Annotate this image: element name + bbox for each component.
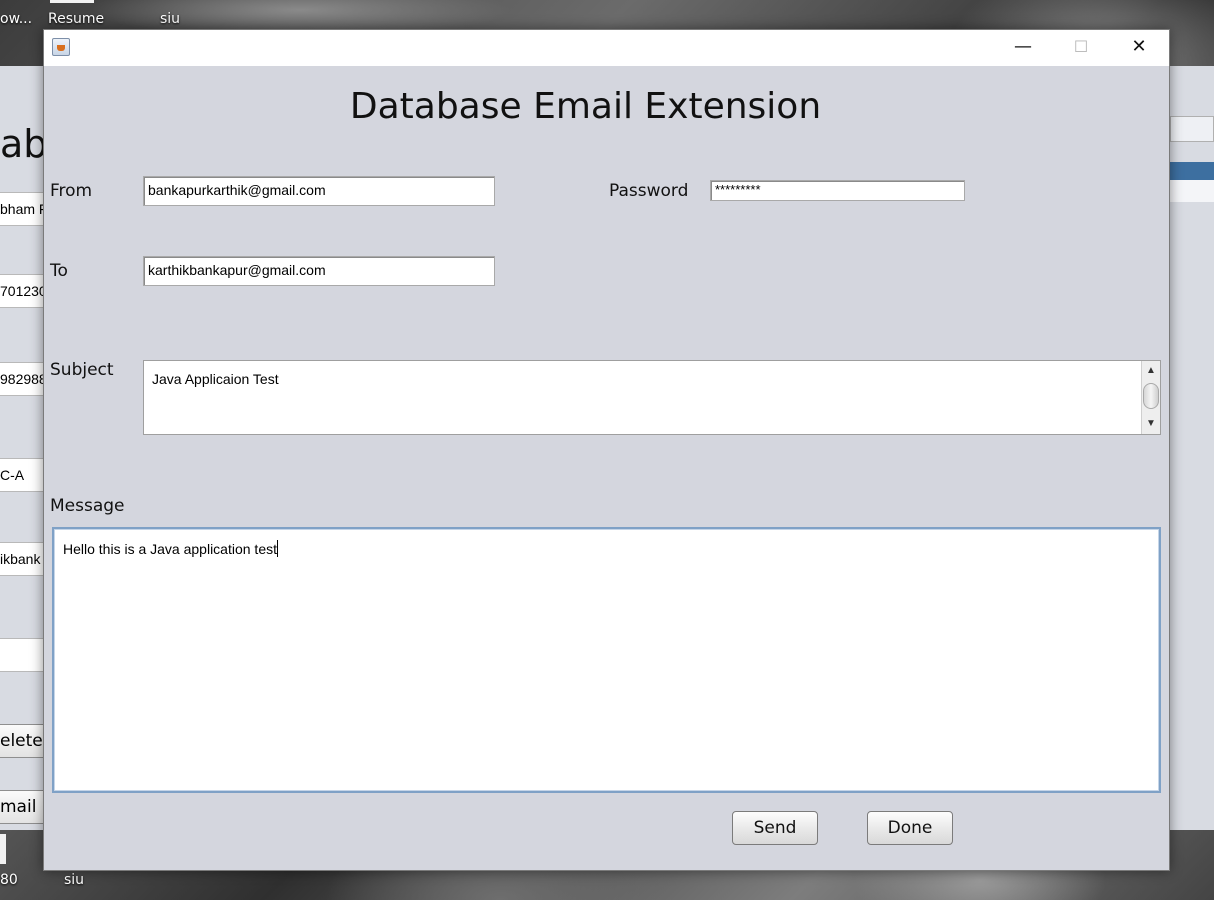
- background-right-field: [1170, 116, 1214, 142]
- to-label: To: [50, 261, 68, 281]
- desktop-icon-top: [50, 0, 94, 3]
- background-app-right-edge: [1170, 66, 1214, 830]
- to-field[interactable]: karthikbankapur@gmail.com: [143, 256, 495, 286]
- desktop-icon-label-80[interactable]: 80: [0, 872, 18, 888]
- background-delete-button[interactable]: elete: [0, 724, 44, 758]
- from-label: From: [50, 181, 93, 201]
- password-field[interactable]: *********: [710, 180, 965, 201]
- desktop-icon-label-resume[interactable]: Resume: [48, 11, 104, 27]
- from-field[interactable]: bankapurkarthik@gmail.com: [143, 176, 495, 206]
- subject-text: Java Applicaion Test: [152, 371, 279, 387]
- background-field[interactable]: ikbank: [0, 542, 44, 576]
- password-label: Password: [609, 181, 689, 201]
- desktop-icon-label-show[interactable]: ow...: [0, 11, 32, 27]
- maximize-button[interactable]: ☐: [1052, 30, 1110, 66]
- java-app-icon[interactable]: [52, 38, 70, 56]
- email-dialog-window: — ☐ ✕ Database Email Extension From bank…: [43, 29, 1170, 871]
- scroll-up-arrow-icon[interactable]: ▲: [1142, 363, 1160, 379]
- send-button[interactable]: Send: [732, 811, 818, 845]
- background-app-title: aba: [0, 122, 44, 166]
- desktop-icon-bottom: [0, 834, 6, 864]
- message-label: Message: [50, 496, 125, 516]
- background-field[interactable]: 982988: [0, 362, 44, 396]
- desktop-icon-label-siu-bottom[interactable]: siu: [64, 872, 84, 888]
- message-textarea[interactable]: Hello this is a Java application test: [52, 527, 1161, 793]
- text-cursor: [277, 540, 278, 557]
- background-right-row: [1170, 180, 1214, 202]
- subject-textarea[interactable]: Java Applicaion Test ▲ ▼: [143, 360, 1161, 435]
- background-field[interactable]: [0, 638, 44, 672]
- minimize-button[interactable]: —: [994, 30, 1052, 66]
- background-field[interactable]: C-A: [0, 458, 44, 492]
- message-text: Hello this is a Java application test: [63, 541, 277, 557]
- desktop-icon-label-siu-top[interactable]: siu: [160, 11, 180, 27]
- close-button[interactable]: ✕: [1110, 30, 1168, 66]
- scroll-down-arrow-icon[interactable]: ▼: [1142, 416, 1160, 432]
- background-field[interactable]: bham F: [0, 192, 44, 226]
- background-field[interactable]: 701230: [0, 274, 44, 308]
- done-button[interactable]: Done: [867, 811, 953, 845]
- subject-scrollbar[interactable]: ▲ ▼: [1141, 361, 1160, 434]
- background-right-selected-row: [1170, 162, 1214, 180]
- background-email-button[interactable]: mail: [0, 790, 44, 824]
- message-content: Hello this is a Java application test: [63, 540, 278, 557]
- scroll-thumb[interactable]: [1143, 383, 1159, 409]
- page-title: Database Email Extension: [349, 86, 822, 127]
- title-bar[interactable]: — ☐ ✕: [44, 30, 1169, 66]
- subject-label: Subject: [50, 360, 114, 380]
